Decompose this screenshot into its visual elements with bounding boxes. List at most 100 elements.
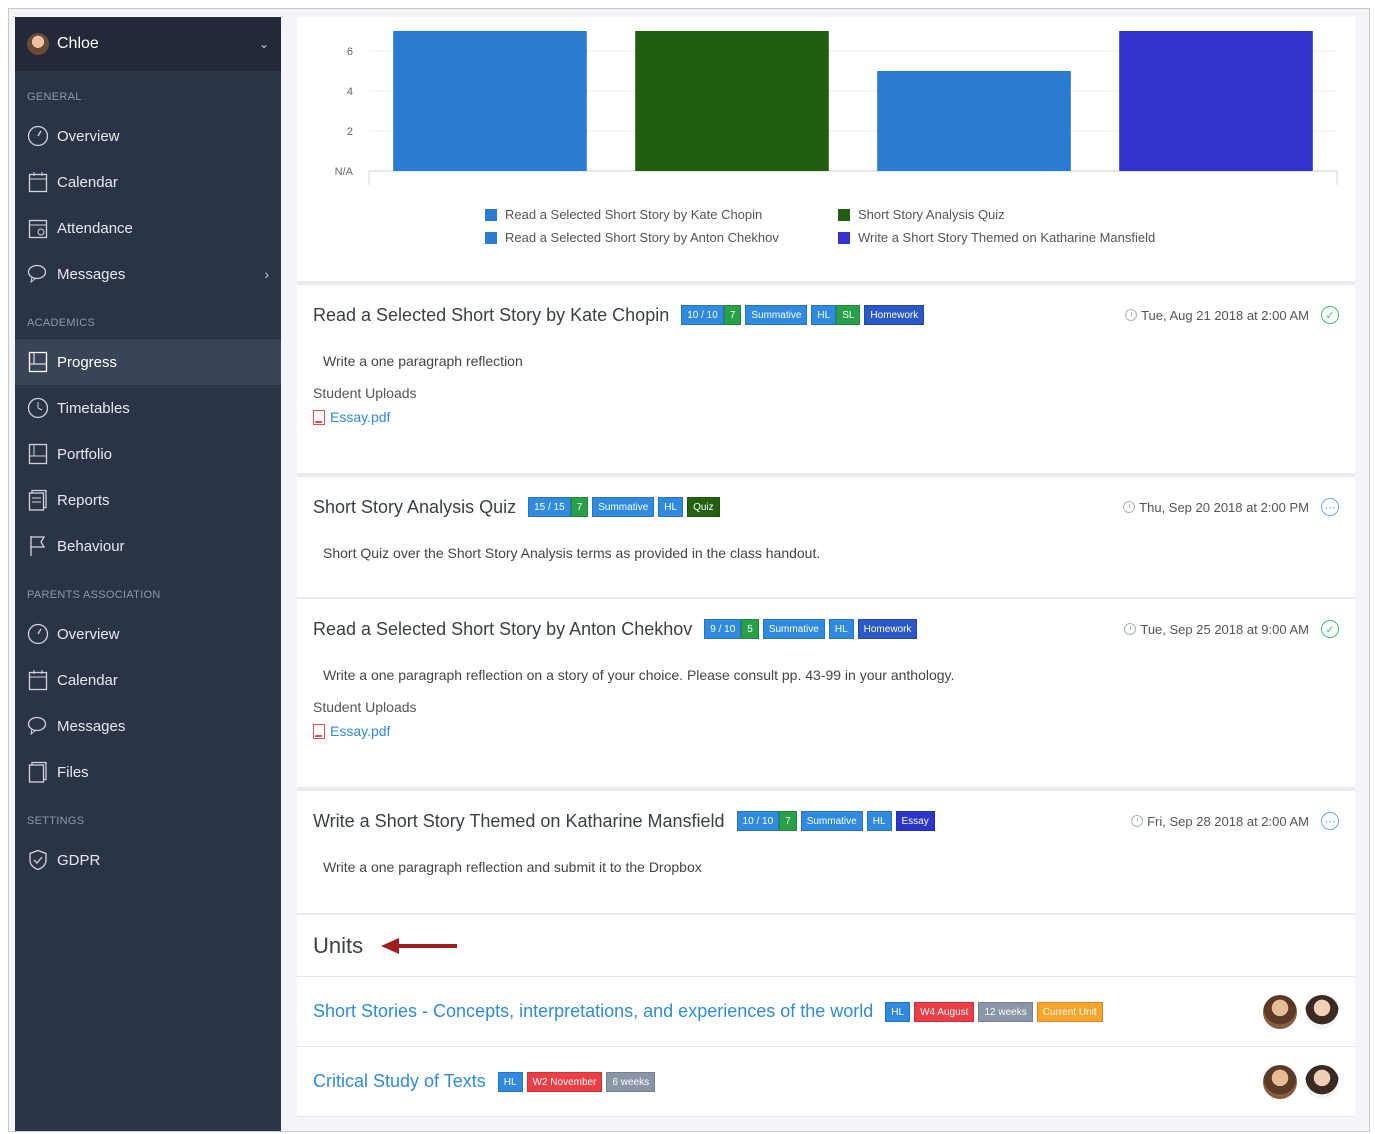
sidebar-item-pa-messages[interactable]: Messages — [15, 703, 281, 749]
grade-value: 7 — [779, 811, 797, 831]
score-value: 15 / 15 — [528, 497, 571, 517]
teacher-avatar[interactable] — [1263, 1064, 1297, 1099]
file-link[interactable]: Essay.pdf — [313, 409, 1339, 439]
tag-badge: HL — [497, 1071, 523, 1092]
sidebar-item-label: Calendar — [57, 671, 118, 689]
tag-badge: 6 weeks — [606, 1071, 656, 1092]
sidebar-item-overview[interactable]: Overview — [15, 113, 281, 159]
sidebar-item-calendar[interactable]: Calendar — [15, 159, 281, 205]
sidebar-item-reports[interactable]: Reports — [15, 477, 281, 523]
chart-bar[interactable] — [877, 71, 1071, 171]
legend-label: Short Story Analysis Quiz — [858, 207, 1005, 222]
clock-icon — [1131, 815, 1144, 827]
main-content: N/A 2 4 6 Read a Selected Short Story by Ka… — [297, 17, 1355, 1131]
sidebar-item-progress[interactable]: Progress — [15, 339, 281, 385]
sidebar-item-behaviour[interactable]: Behaviour — [15, 523, 281, 569]
pdf-icon — [313, 723, 325, 739]
sidebar-item-label: Progress — [57, 353, 118, 371]
assignment-title[interactable]: Read a Selected Short Story by Anton Che… — [313, 619, 692, 640]
sidebar-item-portfolio[interactable]: Portfolio — [15, 431, 281, 477]
unit-row: Critical Study of Texts HL W2 November 6… — [297, 1047, 1355, 1117]
teacher-avatar[interactable] — [1263, 994, 1297, 1029]
legend-item[interactable]: Read a Selected Short Story by Anton Che… — [485, 230, 838, 245]
legend-item[interactable]: Read a Selected Short Story by Kate Chop… — [485, 207, 838, 222]
due-date: Thu, Sep 20 2018 at 2:00 PM ⋯ — [1123, 498, 1339, 516]
tag-badge: HL — [811, 305, 837, 325]
teacher-avatar[interactable] — [1305, 994, 1339, 1029]
sidebar-item-label: Overview — [57, 127, 120, 145]
attendance-icon — [27, 216, 49, 240]
sidebar-item-label: Calendar — [57, 173, 118, 191]
units-title: Units — [313, 932, 364, 958]
assignment-card: Read a Selected Short Story by Kate Chop… — [297, 285, 1355, 477]
clock-icon — [1124, 623, 1137, 635]
assignment-header: Write a Short Story Themed on Katharine … — [313, 791, 1339, 851]
assignment-description: Write a one paragraph reflection and sub… — [323, 859, 702, 875]
score-value: 9 / 10 — [704, 619, 742, 639]
legend-label: Read a Selected Short Story by Kate Chop… — [505, 207, 763, 222]
unit-badges: HL W2 November 6 weeks — [497, 1071, 656, 1092]
sidebar-item-label: Messages — [57, 265, 126, 283]
grade-value: 7 — [723, 305, 742, 325]
y-tick-label: 6 — [347, 46, 353, 58]
legend-item[interactable]: Write a Short Story Themed on Katharine … — [838, 230, 1198, 245]
unit-link[interactable]: Short Stories - Concepts, interpretation… — [313, 1001, 873, 1022]
assignment-title[interactable]: Read a Selected Short Story by Kate Chop… — [313, 305, 669, 326]
due-date-text: Fri, Sep 28 2018 at 2:00 AM — [1147, 813, 1309, 829]
legend-swatch — [485, 208, 497, 221]
assignment-card: Write a Short Story Themed on Katharine … — [297, 791, 1355, 915]
sidebar-item-label: Attendance — [57, 219, 133, 237]
file-link[interactable]: Essay.pdf — [313, 723, 1339, 753]
user-menu[interactable]: Chloe ⌄ — [15, 17, 281, 71]
assignment-header: Short Story Analysis Quiz 15 / 15 7 Summ… — [313, 477, 1339, 537]
legend-swatch — [485, 231, 497, 244]
sidebar-item-pa-overview[interactable]: Overview — [15, 611, 281, 657]
shield-icon — [27, 848, 49, 872]
unit-link[interactable]: Critical Study of Texts — [313, 1071, 486, 1092]
section-parents-association: PARENTS ASSOCIATION — [27, 589, 161, 601]
chart-bar[interactable] — [1119, 31, 1313, 171]
due-date: Fri, Sep 28 2018 at 2:00 AM ⋯ — [1131, 812, 1339, 830]
assignment-title[interactable]: Short Story Analysis Quiz — [313, 497, 516, 518]
user-avatar — [27, 33, 49, 55]
due-date: Tue, Sep 25 2018 at 9:00 AM ✓ — [1124, 620, 1339, 638]
tag-badge: W2 November — [526, 1071, 603, 1092]
gauge-icon — [27, 622, 49, 646]
sidebar-item-messages[interactable]: Messages › — [15, 251, 281, 297]
sidebar-item-pa-calendar[interactable]: Calendar — [15, 657, 281, 703]
tag-badge: HL — [866, 811, 892, 831]
tag-badge: Summative — [762, 619, 825, 639]
chart-bar[interactable] — [393, 31, 587, 171]
tag-badge: Current Unit — [1036, 1001, 1103, 1022]
assignment-title[interactable]: Write a Short Story Themed on Katharine … — [313, 811, 725, 832]
section-general: GENERAL — [27, 91, 82, 103]
file-name: Essay.pdf — [330, 409, 391, 425]
sidebar-item-timetables[interactable]: Timetables — [15, 385, 281, 431]
legend-swatch — [838, 231, 850, 244]
section-settings: SETTINGS — [27, 815, 85, 827]
check-circle-icon: ✓ — [1321, 306, 1339, 324]
legend-item[interactable]: Short Story Analysis Quiz — [838, 207, 1198, 222]
gauge-icon — [27, 124, 49, 148]
sidebar: Chloe ⌄ GENERAL Overview Calendar Attend… — [15, 17, 281, 1131]
file-name: Essay.pdf — [330, 723, 391, 739]
score-value: 10 / 10 — [681, 305, 724, 325]
check-circle-icon: ✓ — [1321, 620, 1339, 638]
assignment-card: Read a Selected Short Story by Anton Che… — [297, 599, 1355, 791]
due-date-text: Tue, Sep 25 2018 at 9:00 AM — [1140, 621, 1309, 637]
chat-icon — [27, 714, 49, 738]
assignment-description: Write a one paragraph reflection on a st… — [323, 667, 955, 683]
sidebar-item-gdpr[interactable]: GDPR — [15, 837, 281, 883]
tag-badge: W4 August — [914, 1001, 975, 1022]
tag-badge: Homework — [857, 619, 918, 639]
chart-bar[interactable] — [635, 31, 829, 171]
assignment-card: Short Story Analysis Quiz 15 / 15 7 Summ… — [297, 477, 1355, 599]
teacher-avatar[interactable] — [1305, 1064, 1339, 1099]
sidebar-item-label: Overview — [57, 625, 120, 643]
chevron-down-icon[interactable]: ⌄ — [259, 37, 269, 51]
assignment-header: Read a Selected Short Story by Anton Che… — [313, 599, 1339, 659]
bar-chart: N/A 2 4 6 — [335, 31, 1338, 185]
sidebar-item-attendance[interactable]: Attendance — [15, 205, 281, 251]
sidebar-item-pa-files[interactable]: Files — [15, 749, 281, 795]
y-tick-label: 2 — [347, 126, 353, 138]
